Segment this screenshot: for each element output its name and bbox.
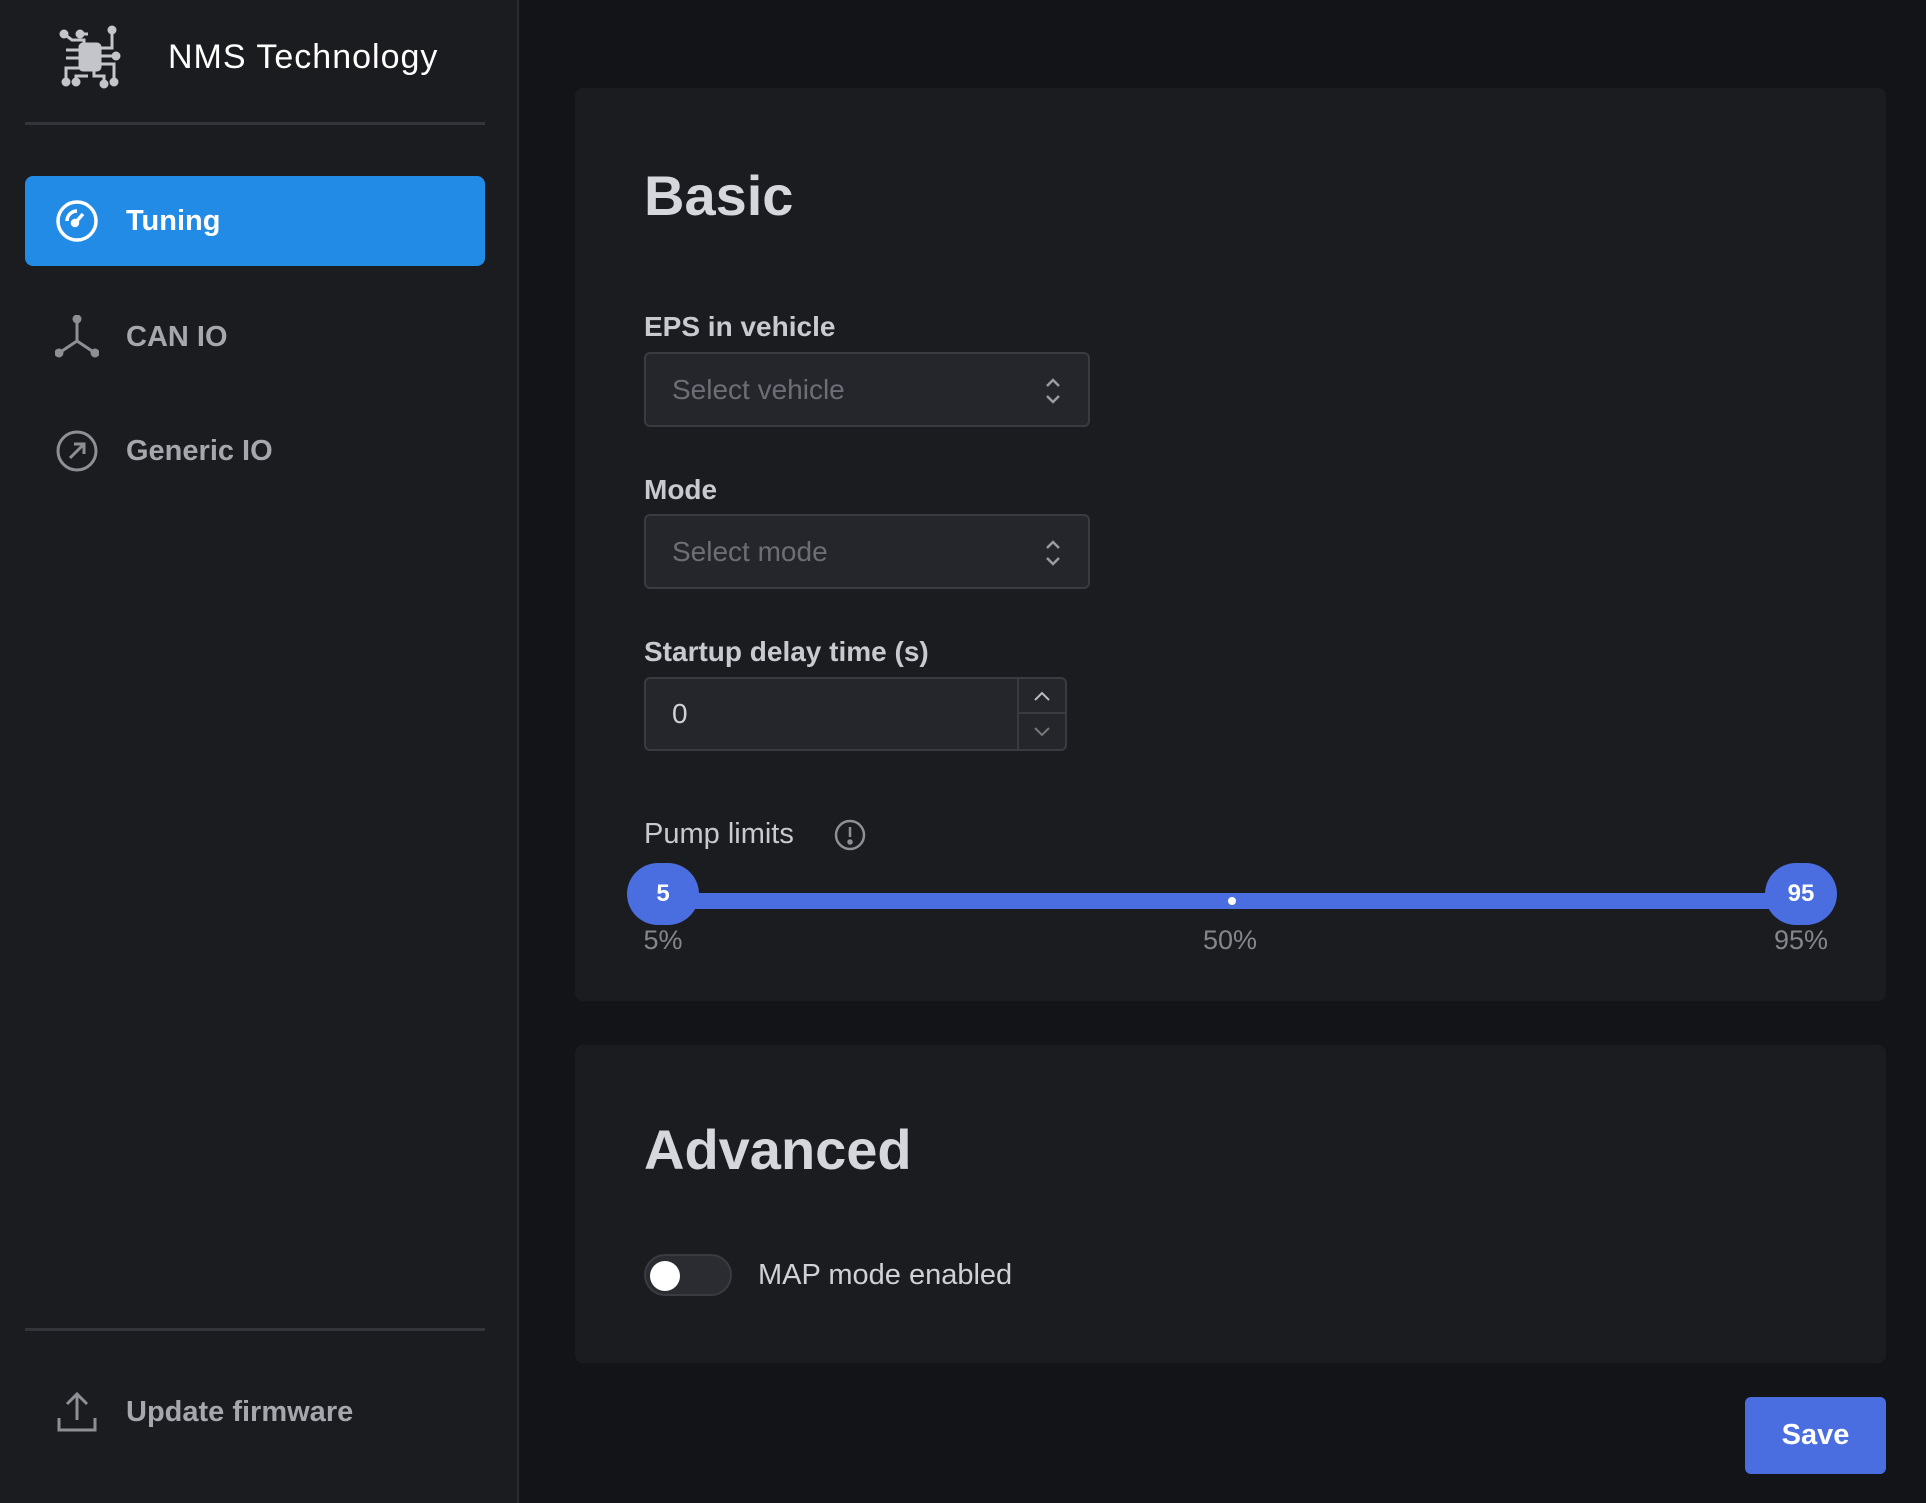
chevron-up-down-icon	[1046, 540, 1060, 566]
vehicle-select[interactable]: Select vehicle	[644, 352, 1090, 427]
info-icon[interactable]	[833, 818, 867, 852]
startup-delay-value: 0	[672, 698, 688, 729]
upload-icon	[57, 1391, 97, 1432]
chevron-up-down-icon	[1046, 378, 1060, 404]
number-stepper[interactable]	[1017, 679, 1065, 749]
toggle-knob	[650, 1261, 680, 1291]
arrow-up-right-circle-icon	[56, 430, 98, 472]
mode-select-placeholder: Select mode	[672, 535, 828, 567]
chevron-down-icon	[1034, 726, 1050, 736]
circuit-chip-icon	[59, 25, 121, 89]
divider	[25, 1328, 485, 1331]
advanced-title: Advanced	[644, 1118, 912, 1181]
save-button[interactable]: Save	[1745, 1397, 1886, 1474]
sidebar-item-label: Generic IO	[126, 434, 273, 467]
update-firmware-label: Update firmware	[126, 1395, 354, 1428]
chevron-up-icon	[1034, 691, 1050, 701]
mode-select[interactable]: Select mode	[644, 514, 1090, 589]
map-mode-toggle[interactable]	[644, 1254, 732, 1296]
update-firmware-button[interactable]: Update firmware	[25, 1367, 485, 1457]
mode-label: Mode	[644, 474, 718, 505]
tick-label-max: 95%	[1773, 925, 1829, 955]
startup-delay-input[interactable]: 0	[644, 677, 1067, 751]
pump-max-thumb[interactable]: 95	[1765, 863, 1837, 925]
startup-delay-label: Startup delay time (s)	[644, 636, 929, 667]
divider	[25, 122, 485, 125]
tick-label-min: 5%	[643, 925, 683, 955]
sidebar-item-label: CAN IO	[126, 320, 228, 353]
increment-button[interactable]	[1019, 679, 1065, 714]
brand-name: NMS Technology	[168, 38, 439, 76]
slider-mark	[1228, 897, 1236, 905]
sidebar-item-can-io[interactable]: CAN IO	[25, 292, 485, 382]
pump-limits-label: Pump limits	[644, 818, 794, 850]
sidebar-item-generic-io[interactable]: Generic IO	[25, 406, 485, 496]
basic-title: Basic	[644, 164, 794, 227]
network-icon	[55, 315, 99, 358]
decrement-button[interactable]	[1019, 714, 1065, 749]
map-mode-label: MAP mode enabled	[758, 1259, 1013, 1291]
basic-card: Basic EPS in vehicle Select vehicle Mode…	[575, 88, 1886, 1001]
tick-label-mid: 50%	[1202, 925, 1258, 955]
advanced-card: Advanced MAP mode enabled	[575, 1045, 1886, 1363]
pump-min-thumb[interactable]: 5	[627, 863, 699, 925]
sidebar-item-label: Tuning	[126, 204, 221, 237]
eps-label: EPS in vehicle	[644, 311, 836, 342]
sidebar: NMS Technology Tuning CAN IO Generic IO …	[0, 0, 519, 1503]
vehicle-select-placeholder: Select vehicle	[672, 373, 845, 405]
sidebar-item-tuning[interactable]: Tuning	[25, 176, 485, 266]
gauge-icon	[56, 200, 98, 242]
